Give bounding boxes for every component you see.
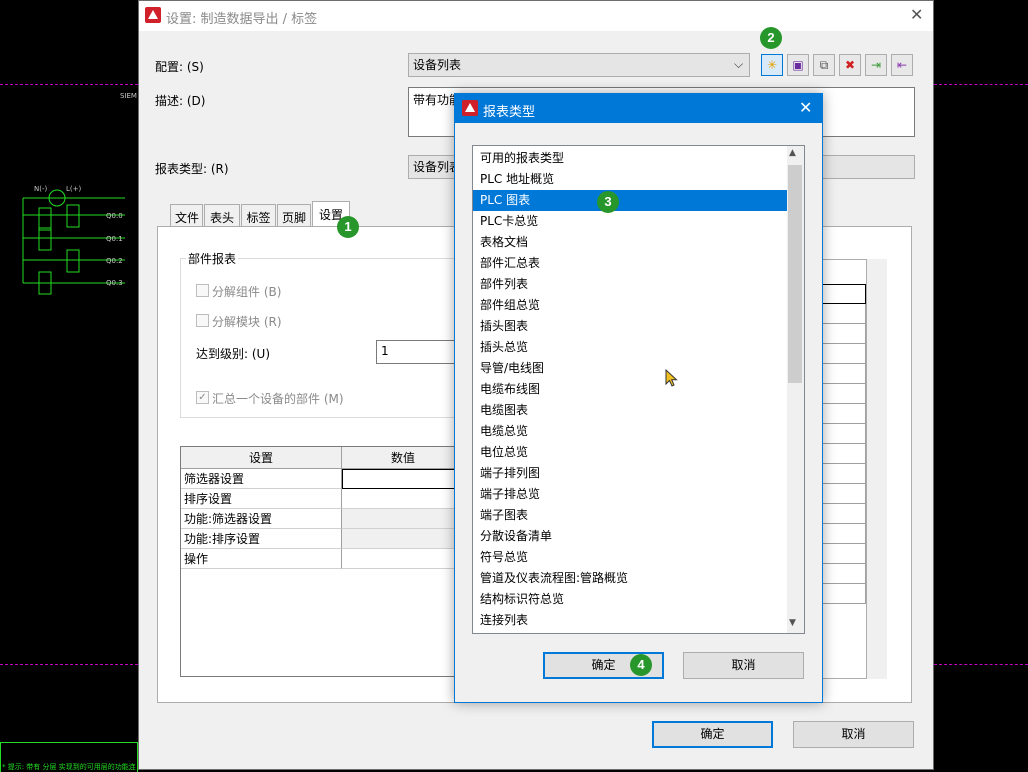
report-type-dialog-title: 报表类型 — [483, 105, 536, 120]
to-level-field[interactable]: 1 — [376, 340, 458, 364]
list-item[interactable]: 电缆布线图 — [473, 379, 787, 400]
list-item[interactable]: PLC卡总览 — [473, 211, 787, 232]
list-item[interactable]: 电位总览 — [473, 442, 787, 463]
list-item[interactable]: 电缆图表 — [473, 400, 787, 421]
list-item[interactable]: 可用的报表类型 — [473, 148, 787, 169]
right-table-scrollbar[interactable] — [866, 259, 887, 679]
eplan-logo-icon — [145, 7, 161, 23]
scroll-down-icon[interactable]: ▼ — [789, 618, 796, 628]
list-item[interactable]: 符号总览 — [473, 547, 787, 568]
list-item[interactable]: 电缆总览 — [473, 421, 787, 442]
tab-header[interactable]: 表头 — [204, 204, 240, 226]
step-badge: 1 — [337, 216, 359, 238]
right-table-rows — [820, 304, 866, 604]
new-config-button[interactable]: ✳ — [761, 54, 783, 76]
tab-footer[interactable]: 页脚 — [277, 204, 311, 226]
eplan-logo-icon — [462, 100, 478, 116]
cancel-button[interactable]: 取消 — [793, 721, 914, 748]
to-level-label: 达到级别: (U) — [196, 347, 271, 361]
delete-icon: ✖ — [844, 58, 856, 72]
delete-config-button[interactable]: ✖ — [839, 54, 861, 76]
list-item[interactable]: 端子排列图 — [473, 463, 787, 484]
copy-icon: ⧉ — [819, 58, 829, 72]
right-table-cell[interactable] — [820, 284, 866, 304]
step-badge: 3 — [597, 191, 619, 213]
list-item[interactable]: 结构标识符总览 — [473, 589, 787, 610]
chevron-down-icon[interactable]: ⌵ — [734, 57, 743, 72]
export-icon: ⇤ — [896, 58, 908, 72]
list-item[interactable]: 部件组总览 — [473, 295, 787, 316]
cad-q-label: Q0.2 — [106, 257, 123, 265]
cad-dashed-line — [934, 84, 1028, 85]
list-item[interactable]: PLC 地址概览 — [473, 169, 787, 190]
tab-labels[interactable]: 标签 — [241, 204, 276, 226]
cad-q-label: Q0.1 — [106, 235, 123, 243]
grid-row-label[interactable]: 排序设置 — [181, 489, 342, 509]
report-type-items: 可用的报表类型 PLC 地址概览 PLC 图表 PLC卡总览 表格文档 部件汇总… — [473, 148, 787, 632]
split-module-checkbox[interactable] — [196, 314, 209, 327]
config-label: 配置: (S) — [155, 60, 204, 74]
report-cancel-button[interactable]: 取消 — [683, 652, 804, 679]
step-badge: 4 — [630, 654, 652, 676]
grid-row-label[interactable]: 功能:排序设置 — [181, 529, 342, 549]
import-icon: ⇥ — [870, 58, 882, 72]
to-level-value: 1 — [381, 344, 389, 358]
import-config-button[interactable]: ⇥ — [865, 54, 887, 76]
grid-header: 设置 — [181, 447, 342, 469]
list-item[interactable]: 分散设备清单 — [473, 526, 787, 547]
list-item[interactable]: 插头总览 — [473, 337, 787, 358]
list-item[interactable]: 端子图表 — [473, 505, 787, 526]
config-select[interactable]: 设备列表 — [408, 53, 750, 77]
list-item[interactable]: 连接列表 — [473, 610, 787, 631]
cad-dashed-line — [0, 84, 138, 85]
list-item[interactable]: 导管/电线图 — [473, 358, 787, 379]
cad-dashed-line — [0, 664, 138, 665]
report-type-label: 报表类型: (R) — [155, 162, 229, 176]
summarize-parts-checkbox[interactable]: ✓ — [196, 391, 209, 404]
cad-siem-label: SIEM — [120, 92, 137, 100]
grid-row-value[interactable] — [342, 489, 465, 509]
summarize-parts-label: 汇总一个设备的部件 (M) — [212, 392, 344, 406]
save-icon: ▣ — [792, 58, 804, 72]
export-config-button[interactable]: ⇤ — [891, 54, 913, 76]
grid-row-value[interactable] — [342, 509, 465, 529]
cad-status-text: * 提示: 带有 分层 实现到的可用层的功能连接 — [2, 763, 136, 771]
tab-file[interactable]: 文件 — [170, 204, 203, 226]
list-item[interactable]: 管道及仪表流程图:管路概览 — [473, 568, 787, 589]
grid-row-label[interactable]: 操作 — [181, 549, 342, 569]
cad-q-label: Q0.0 — [106, 212, 123, 220]
ok-button[interactable]: 确定 — [652, 721, 773, 748]
grid-row-value[interactable] — [342, 549, 465, 569]
mouse-cursor-icon — [665, 369, 678, 387]
close-icon[interactable]: ✕ — [799, 98, 812, 117]
scroll-up-icon[interactable]: ▲ — [789, 148, 796, 158]
list-item[interactable]: 部件列表 — [473, 274, 787, 295]
sun-icon: ✳ — [766, 58, 778, 72]
save-config-button[interactable]: ▣ — [787, 54, 809, 76]
settings-dialog-title: 设置: 制造数据导出 / 标签 — [166, 12, 318, 27]
list-item[interactable]: 表格文档 — [473, 232, 787, 253]
list-item[interactable]: 插头图表 — [473, 316, 787, 337]
list-item[interactable]: 端子排总览 — [473, 484, 787, 505]
copy-config-button[interactable]: ⧉ — [813, 54, 835, 76]
grid-row-value[interactable] — [342, 469, 465, 489]
cad-dashed-line — [934, 664, 1028, 665]
split-component-label: 分解组件 (B) — [212, 285, 282, 299]
split-component-checkbox[interactable] — [196, 284, 209, 297]
close-icon[interactable]: ✕ — [910, 5, 923, 24]
scrollbar-thumb[interactable] — [788, 165, 802, 383]
grid-header: 数值 — [342, 447, 465, 469]
grid-row-value[interactable] — [342, 529, 465, 549]
cad-q-label: Q0.3 — [106, 279, 123, 287]
grid-row-label[interactable]: 筛选器设置 — [181, 469, 342, 489]
list-item-selected[interactable]: PLC 图表 — [473, 190, 787, 211]
split-module-label: 分解模块 (R) — [212, 315, 282, 329]
desc-label: 描述: (D) — [155, 94, 206, 108]
parts-report-title: 部件报表 — [186, 250, 239, 267]
step-badge: 2 — [760, 27, 782, 49]
list-item[interactable]: 部件汇总表 — [473, 253, 787, 274]
config-value: 设备列表 — [413, 58, 462, 72]
grid-row-label[interactable]: 功能:筛选器设置 — [181, 509, 342, 529]
